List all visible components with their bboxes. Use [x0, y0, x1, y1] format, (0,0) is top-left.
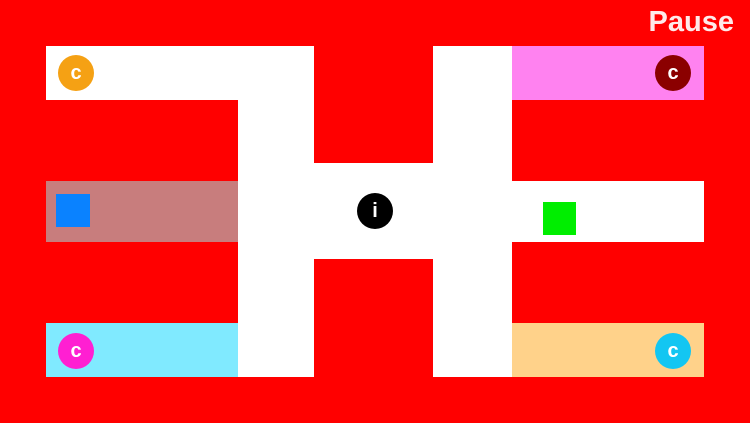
coin-top-right[interactable]: c: [655, 55, 691, 91]
coin-top-left[interactable]: c: [58, 55, 94, 91]
coin-bottom-left[interactable]: c: [58, 333, 94, 369]
game-board: c c c c i Pause: [0, 0, 750, 423]
pause-button[interactable]: Pause: [649, 6, 734, 39]
coin-bottom-right[interactable]: c: [655, 333, 691, 369]
player-square[interactable]: [56, 194, 90, 227]
goal-square: [543, 202, 576, 235]
info-button[interactable]: i: [357, 193, 393, 229]
